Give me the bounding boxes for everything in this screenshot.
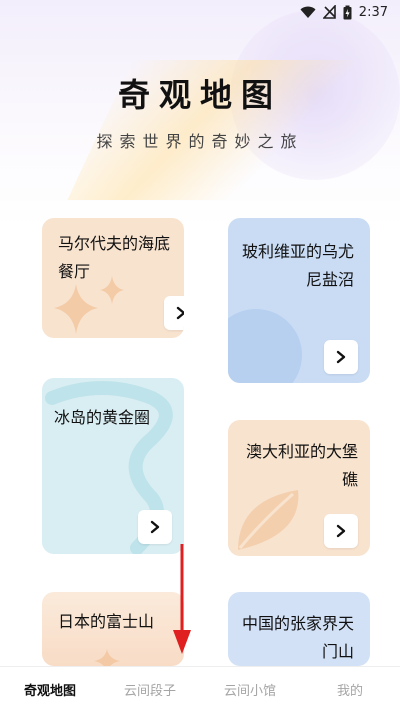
chevron-right-icon [176, 306, 184, 320]
chevron-right-icon [336, 524, 346, 538]
chevron-right-icon [336, 350, 346, 364]
status-time: 2:37 [358, 4, 388, 20]
page-title: 奇观地图 [117, 76, 282, 114]
bottom-tab-bar: 奇观地图 云间段子 云间小馆 我的 [0, 666, 400, 712]
card-maldives[interactable]: 马尔代夫的海底餐厅 [42, 218, 184, 338]
status-bar: 2:37 [0, 0, 400, 24]
card-open-button[interactable] [324, 340, 358, 374]
sparkle-decoration-icon [94, 649, 120, 666]
down-arrow-annotation-icon [173, 544, 191, 654]
card-open-button[interactable] [324, 514, 358, 548]
card-title: 中国的张家界天门山 [241, 614, 354, 661]
no-signal-icon [322, 5, 336, 19]
card-mount-fuji[interactable]: 日本的富士山 [42, 592, 184, 666]
card-title: 澳大利亚的大堡礁 [245, 442, 358, 489]
battery-charging-icon [343, 5, 352, 20]
card-open-button[interactable] [138, 510, 172, 544]
chevron-right-icon [150, 520, 160, 534]
card-title: 马尔代夫的海底餐厅 [58, 234, 171, 281]
tab-wonder-map[interactable]: 奇观地图 [0, 680, 100, 699]
card-open-button[interactable] [164, 296, 184, 330]
tab-mine[interactable]: 我的 [300, 680, 400, 699]
card-tianmen-mountain[interactable]: 中国的张家界天门山 [228, 592, 370, 666]
card-uyuni[interactable]: 玻利维亚的乌尤尼盐沼 [228, 218, 370, 383]
card-title: 冰岛的黄金圈 [54, 408, 151, 427]
card-title: 玻利维亚的乌尤尼盐沼 [241, 242, 354, 289]
card-iceland[interactable]: 冰岛的黄金圈 [42, 378, 184, 554]
circle-decoration-icon [228, 309, 302, 383]
page-subtitle: 探索世界的奇妙之旅 [96, 132, 304, 151]
tab-cloud-jokes[interactable]: 云间段子 [100, 680, 200, 699]
tab-cloud-cafe[interactable]: 云间小馆 [200, 680, 300, 699]
card-title: 日本的富士山 [58, 612, 155, 631]
card-great-barrier-reef[interactable]: 澳大利亚的大堡礁 [228, 420, 370, 556]
wifi-icon [300, 6, 316, 19]
